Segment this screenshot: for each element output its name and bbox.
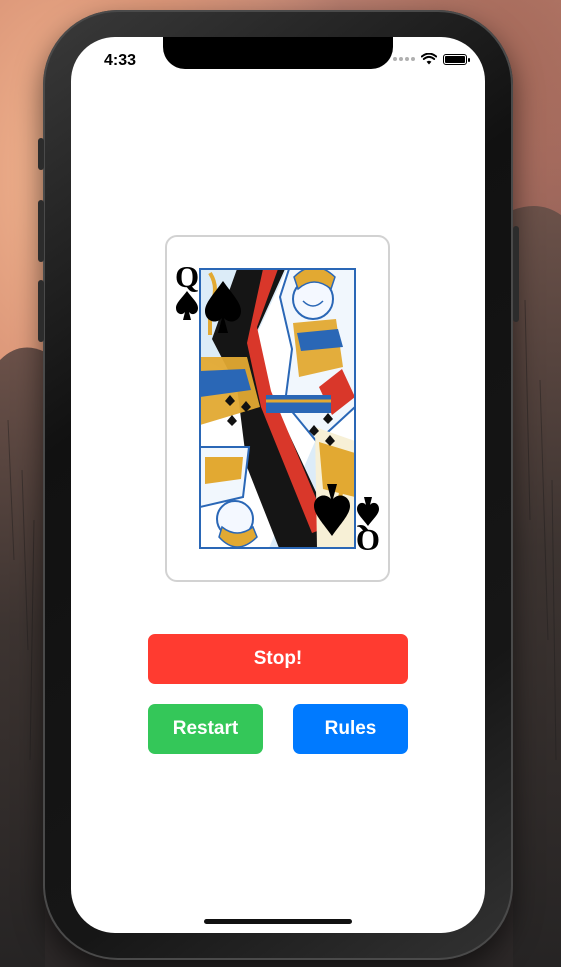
wifi-icon: [421, 53, 437, 65]
signal-dots-icon: [393, 57, 415, 61]
notch: [163, 37, 393, 69]
restart-button[interactable]: Restart: [148, 704, 263, 754]
svg-text:Q: Q: [356, 523, 380, 558]
home-indicator[interactable]: [204, 919, 352, 924]
battery-icon: [443, 53, 470, 65]
volume-down-button: [38, 280, 44, 342]
svg-text:Q: Q: [175, 259, 199, 294]
stop-button[interactable]: Stop!: [148, 634, 408, 684]
power-button: [513, 226, 519, 322]
status-icons: [393, 53, 470, 65]
phone-screen: 4:33 Q Q Stop! Restart Rules: [71, 37, 485, 933]
rules-button[interactable]: Rules: [293, 704, 408, 754]
mute-switch: [38, 138, 44, 170]
volume-up-button: [38, 200, 44, 262]
queen-of-spades-illustration: Q Q: [175, 259, 380, 558]
status-time: 4:33: [104, 52, 137, 69]
playing-card[interactable]: Q Q: [165, 235, 390, 582]
